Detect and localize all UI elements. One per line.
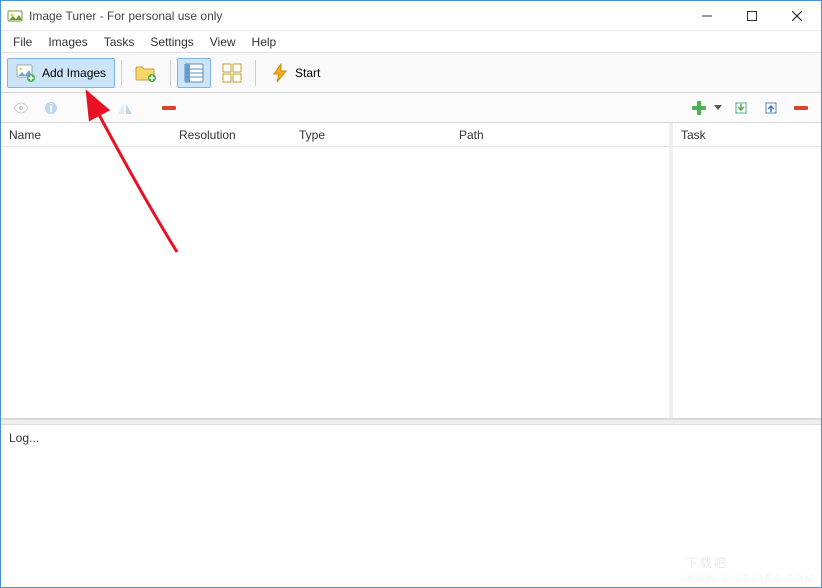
export-icon	[764, 101, 778, 115]
info-button[interactable]: i	[39, 97, 63, 119]
toolbar-separator	[170, 60, 171, 86]
menu-images[interactable]: Images	[40, 33, 95, 51]
chevron-down-icon	[714, 105, 722, 111]
folder-add-icon	[135, 63, 157, 83]
add-images-label: Add Images	[42, 66, 106, 80]
column-path[interactable]: Path	[451, 124, 669, 146]
window-controls	[684, 1, 819, 30]
column-task[interactable]: Task	[673, 124, 821, 146]
flip-horizontal-button[interactable]	[83, 97, 107, 119]
list-view-icon	[184, 63, 204, 83]
menu-file[interactable]: File	[5, 33, 40, 51]
column-resolution[interactable]: Resolution	[171, 124, 291, 146]
add-image-icon	[16, 63, 36, 83]
toolbar-separator	[121, 60, 122, 86]
flip-v-icon	[117, 101, 133, 115]
svg-text:i: i	[49, 101, 52, 115]
task-panel: Task	[673, 123, 821, 418]
close-button[interactable]	[774, 1, 819, 30]
flip-vertical-button[interactable]	[113, 97, 137, 119]
flip-h-icon	[87, 101, 103, 115]
thumbnail-view-icon	[222, 63, 242, 83]
import-task-button[interactable]	[729, 97, 753, 119]
preview-button[interactable]	[9, 97, 33, 119]
remove-task-button[interactable]	[789, 97, 813, 119]
view-thumbnails-button[interactable]	[215, 58, 249, 88]
start-button[interactable]: Start	[262, 58, 329, 88]
maximize-button[interactable]	[729, 1, 774, 30]
menu-view[interactable]: View	[202, 33, 244, 51]
lightning-icon	[271, 63, 289, 83]
log-panel: Log...	[1, 425, 821, 583]
minus-icon	[794, 106, 808, 110]
image-list-body[interactable]	[1, 147, 669, 418]
task-list-body[interactable]	[673, 147, 821, 418]
menubar: File Images Tasks Settings View Help	[1, 31, 821, 53]
add-images-button[interactable]: Add Images	[7, 58, 115, 88]
add-folder-button[interactable]	[128, 58, 164, 88]
log-label: Log...	[9, 431, 39, 445]
minimize-button[interactable]	[684, 1, 729, 30]
export-task-button[interactable]	[759, 97, 783, 119]
app-icon	[7, 8, 23, 24]
window-title: Image Tuner - For personal use only	[29, 9, 684, 23]
column-type[interactable]: Type	[291, 124, 451, 146]
main-toolbar: Add Images Start	[1, 53, 821, 93]
titlebar: Image Tuner - For personal use only	[1, 1, 821, 31]
info-icon: i	[44, 101, 58, 115]
import-icon	[734, 101, 748, 115]
action-bar: i	[1, 93, 821, 123]
remove-image-button[interactable]	[157, 97, 181, 119]
view-list-button[interactable]	[177, 58, 211, 88]
start-label: Start	[295, 66, 320, 80]
add-task-button[interactable]	[687, 97, 711, 119]
eye-icon	[13, 102, 29, 114]
task-list-header: Task	[673, 123, 821, 147]
menu-settings[interactable]: Settings	[142, 33, 201, 51]
image-list-panel: Name Resolution Type Path	[1, 123, 673, 418]
toolbar-separator	[255, 60, 256, 86]
minus-icon	[162, 106, 176, 110]
menu-tasks[interactable]: Tasks	[96, 33, 143, 51]
content-area: Name Resolution Type Path Task	[1, 123, 821, 419]
column-name[interactable]: Name	[1, 124, 171, 146]
image-list-header: Name Resolution Type Path	[1, 123, 669, 147]
add-task-dropdown[interactable]	[713, 97, 723, 119]
menu-help[interactable]: Help	[244, 33, 285, 51]
plus-icon	[692, 101, 706, 115]
